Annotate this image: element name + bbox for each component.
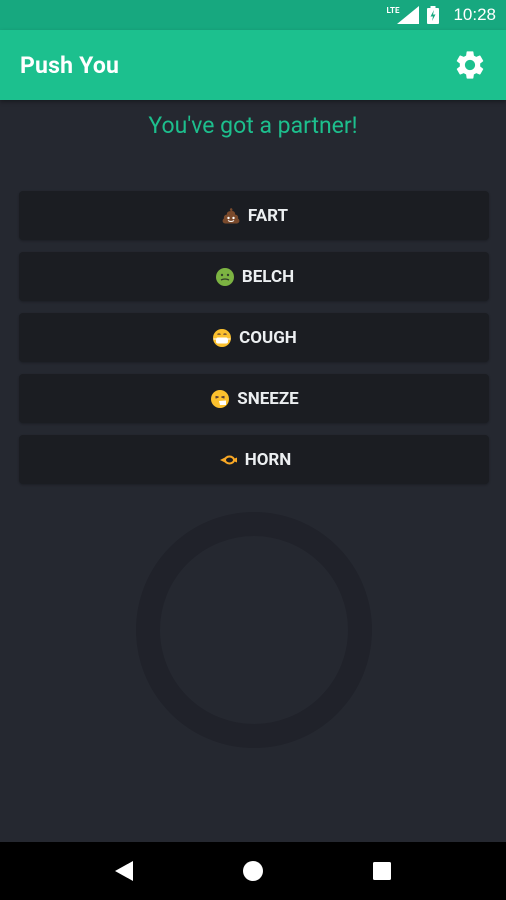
belch-button-label: BELCH xyxy=(241,266,295,287)
status-bar: LTE 10:28 xyxy=(0,0,506,30)
belch-button[interactable]: BELCH xyxy=(19,252,489,301)
sneeze-button[interactable]: SNEEZE xyxy=(19,374,489,423)
home-icon xyxy=(242,861,263,881)
signal-icon xyxy=(397,6,420,24)
settings-button[interactable] xyxy=(450,45,490,85)
sneezing-face-emoji-icon xyxy=(209,388,231,410)
recents-icon xyxy=(372,862,391,880)
network-type-label: LTE xyxy=(386,5,400,15)
postal-horn-emoji-icon xyxy=(217,449,239,471)
app-screen: LTE 10:28 Push You You've got a partner! xyxy=(0,0,506,900)
poop-emoji-icon xyxy=(220,205,242,227)
recents-button[interactable] xyxy=(362,851,402,891)
face-with-mask-emoji-icon xyxy=(211,327,233,349)
fart-button-label: FART xyxy=(247,205,289,226)
gear-icon xyxy=(456,51,484,79)
cough-button-label: COUGH xyxy=(239,327,297,348)
horn-button[interactable]: HORN xyxy=(19,435,489,484)
status-icons: LTE 10:28 xyxy=(387,5,496,25)
app-title: Push You xyxy=(20,51,120,79)
nauseated-face-emoji-icon xyxy=(214,266,236,288)
app-bar: Push You xyxy=(0,30,506,100)
status-time: 10:28 xyxy=(453,5,496,24)
sneeze-button-label: SNEEZE xyxy=(237,388,299,409)
battery-icon xyxy=(427,6,440,24)
sound-button-list: FART BELCH COUGH SNEEZE HORN xyxy=(19,191,489,496)
push-circle-button[interactable] xyxy=(136,512,372,748)
horn-button-label: HORN xyxy=(244,449,292,470)
navigation-bar xyxy=(0,842,506,900)
fart-button[interactable]: FART xyxy=(19,191,489,240)
back-button[interactable] xyxy=(104,851,144,891)
back-icon xyxy=(115,861,134,881)
partner-status-message: You've got a partner! xyxy=(148,112,358,139)
cough-button[interactable]: COUGH xyxy=(19,313,489,362)
home-button[interactable] xyxy=(233,851,273,891)
